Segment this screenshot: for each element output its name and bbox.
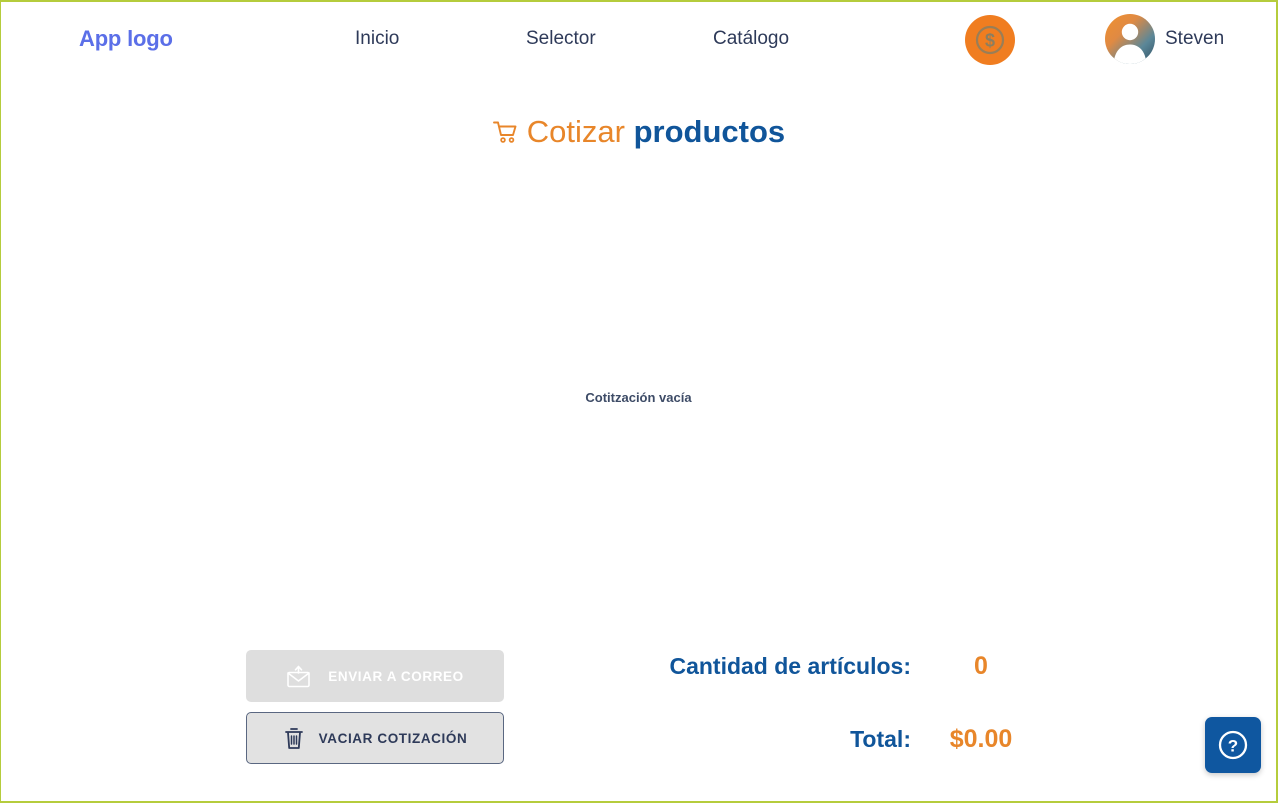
question-circle-icon: ? (1215, 727, 1251, 763)
top-navigation-bar: App logo Inicio Selector Catálogo $ Stev… (1, 2, 1276, 78)
svg-text:$: $ (985, 31, 995, 51)
clear-quotation-label: VACIAR COTIZACIÓN (318, 730, 468, 746)
page-title-strong: productos (633, 114, 786, 149)
items-count-label: Cantidad de artículos: (669, 653, 911, 679)
help-button[interactable]: ? (1205, 717, 1261, 773)
nav-link-selector[interactable]: Selector (526, 28, 596, 50)
app-logo[interactable]: App logo (79, 26, 173, 52)
nav-link-inicio[interactable]: Inicio (355, 28, 399, 50)
items-count-value: 0 (974, 652, 988, 680)
user-name-label: Steven (1165, 28, 1225, 49)
svg-text:?: ? (1228, 737, 1238, 756)
empty-quotation-message: Cotitzación vacía (585, 390, 692, 405)
browser-page-frame: App logo Inicio Selector Catálogo $ Stev… (0, 0, 1278, 803)
send-to-email-button[interactable]: ENVIAR A CORREO (246, 650, 504, 702)
coin-dollar-icon[interactable]: $ (965, 15, 1015, 65)
clear-quotation-button[interactable]: VACIAR COTIZACIÓN (246, 712, 504, 764)
nav-link-catalogo[interactable]: Catálogo (713, 28, 789, 50)
app-viewport: App logo Inicio Selector Catálogo $ Stev… (1, 2, 1276, 801)
page-title: Cotizar productos (1, 112, 1276, 155)
send-to-email-label: ENVIAR A CORREO (328, 668, 464, 684)
total-row: Cantidad de artículos: 0 (561, 652, 1051, 681)
total-amount-value: $0.00 (949, 725, 1013, 753)
user-menu[interactable]: Steven (1105, 14, 1224, 64)
envelope-send-icon (286, 664, 314, 689)
quotation-totals: Cantidad de artículos: 0 Total: $0.00 (561, 652, 1051, 754)
total-amount-label: Total: (850, 726, 911, 752)
quotation-actions: ENVIAR A CORREO VACIAR COTIZACIÓN (246, 650, 504, 764)
user-avatar-icon (1105, 14, 1155, 64)
total-row: Total: $0.00 (561, 725, 1051, 754)
trash-icon (283, 726, 305, 751)
page-title-accent: Cotizar (526, 114, 625, 149)
shopping-cart-icon (492, 115, 518, 155)
